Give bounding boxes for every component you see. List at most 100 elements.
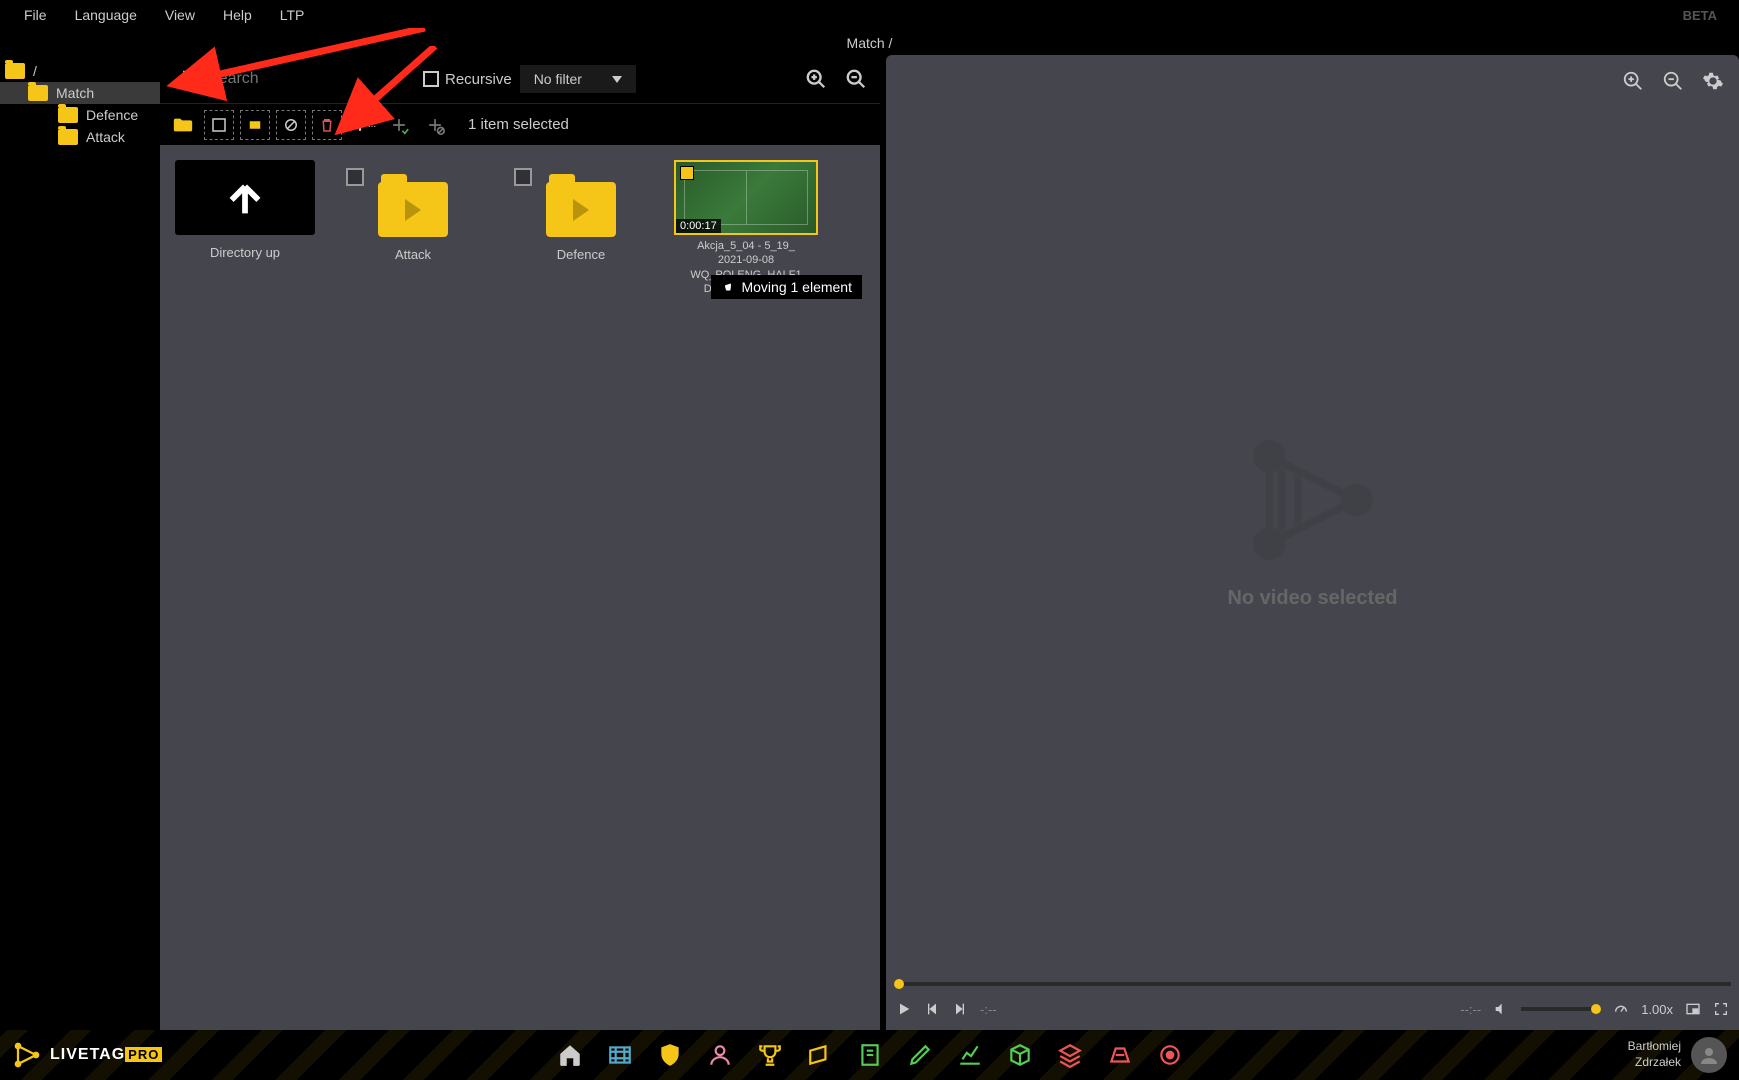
- menu-view[interactable]: View: [151, 7, 209, 23]
- nav-home[interactable]: [557, 1042, 583, 1068]
- tree-defence[interactable]: Defence: [0, 104, 160, 126]
- zoom-in-button[interactable]: [800, 63, 832, 95]
- nav-pitch[interactable]: [1107, 1042, 1133, 1068]
- clip-line: 2021-09-08: [690, 253, 801, 267]
- nav-stats[interactable]: [957, 1042, 983, 1068]
- delete-button[interactable]: [312, 110, 342, 140]
- no-video-text: No video selected: [1227, 587, 1397, 610]
- player-zoom-out[interactable]: [1657, 65, 1689, 97]
- volume-slider[interactable]: [1521, 1007, 1601, 1011]
- brand-logo[interactable]: LIVETAGPRO: [12, 1040, 162, 1070]
- folder-icon: [5, 63, 25, 79]
- filter-dropdown[interactable]: No filter: [520, 65, 636, 93]
- checkbox-icon: [423, 71, 439, 87]
- nav-tag[interactable]: [807, 1042, 833, 1068]
- menu-ltp[interactable]: LTP: [266, 7, 319, 23]
- playback-speed: 1.00x: [1641, 1002, 1673, 1017]
- browser-toolbar: Recursive No filter: [160, 55, 880, 103]
- file-browser: Recursive No filter: [160, 55, 880, 1030]
- recursive-checkbox[interactable]: Recursive: [423, 71, 512, 88]
- new-folder-button[interactable]: [168, 110, 198, 140]
- user-name: Bartłomiej Zdrzałek: [1628, 1039, 1681, 1070]
- filter-label: No filter: [534, 71, 582, 87]
- menu-language[interactable]: Language: [61, 7, 151, 23]
- folder-attack[interactable]: Attack: [338, 160, 488, 262]
- avatar[interactable]: [1691, 1037, 1727, 1073]
- cell-label: Defence: [557, 247, 605, 262]
- tree-attack[interactable]: Attack: [0, 126, 160, 148]
- drag-tooltip: Moving 1 element: [711, 275, 862, 299]
- clip-duration: 0:00:17: [676, 219, 721, 233]
- folder-tree: / Match Defence Attack: [0, 55, 160, 1030]
- user-info[interactable]: Bartłomiej Zdrzałek: [1628, 1037, 1727, 1073]
- tree-label: Match: [56, 85, 94, 101]
- tree-label: Defence: [86, 107, 138, 123]
- item-checkbox[interactable]: [514, 168, 532, 186]
- folder-defence[interactable]: Defence: [506, 160, 656, 262]
- time-current: -:--: [980, 1002, 997, 1017]
- brand-text: LIVETAGPRO: [50, 1046, 162, 1064]
- drag-tooltip-text: Moving 1 element: [741, 279, 852, 295]
- folder-icon: [378, 182, 448, 237]
- select-folders-button[interactable]: [240, 110, 270, 140]
- pip-button[interactable]: [1685, 1001, 1701, 1017]
- scrubber[interactable]: [886, 980, 1739, 988]
- video-placeholder: No video selected: [886, 55, 1739, 980]
- import-button[interactable]: [168, 63, 200, 95]
- play-logo-icon: [1238, 425, 1388, 575]
- avatar-icon: [1697, 1043, 1721, 1067]
- cell-label: Attack: [395, 247, 431, 262]
- video-player: No video selected -:-- --:-- 1.00x: [886, 55, 1739, 1030]
- selected-check-icon[interactable]: [680, 166, 694, 180]
- mute-button[interactable]: [1493, 1001, 1509, 1017]
- brand-icon: [12, 1040, 42, 1070]
- video-thumbnail: 0:00:17: [674, 160, 818, 235]
- deselect-button[interactable]: [276, 110, 306, 140]
- step-back-button[interactable]: [924, 1001, 940, 1017]
- nav-trophy[interactable]: [757, 1042, 783, 1068]
- zoom-out-button[interactable]: [840, 63, 872, 95]
- tree-label: /: [33, 63, 37, 79]
- menu-help[interactable]: Help: [209, 7, 266, 23]
- tree-label: Attack: [86, 129, 125, 145]
- menu-bar: File Language View Help LTP BETA: [0, 0, 1739, 30]
- grab-icon: [721, 280, 735, 294]
- move-check-button[interactable]: [384, 110, 414, 140]
- up-arrow-icon: [175, 160, 315, 235]
- nav-draw[interactable]: [907, 1042, 933, 1068]
- player-settings[interactable]: [1697, 65, 1729, 97]
- nav-video[interactable]: [607, 1042, 633, 1068]
- step-forward-button[interactable]: [952, 1001, 968, 1017]
- move-cancel-button[interactable]: [420, 110, 450, 140]
- folder-icon: [58, 107, 78, 123]
- speed-gauge-icon[interactable]: [1613, 1001, 1629, 1017]
- nav-notes[interactable]: [857, 1042, 883, 1068]
- tree-match[interactable]: Match: [0, 82, 160, 104]
- search-input[interactable]: [208, 63, 415, 95]
- player-zoom-in[interactable]: [1617, 65, 1649, 97]
- nav-3d[interactable]: [1007, 1042, 1033, 1068]
- nav-user[interactable]: [707, 1042, 733, 1068]
- folder-icon: [546, 182, 616, 237]
- tree-root[interactable]: /: [0, 60, 160, 82]
- time-total: --:--: [1460, 1002, 1481, 1017]
- beta-tag: BETA: [1683, 8, 1729, 23]
- folder-icon: [28, 85, 48, 101]
- directory-up[interactable]: Directory up: [170, 160, 320, 260]
- nav-layers[interactable]: [1057, 1042, 1083, 1068]
- bottom-bar: LIVETAGPRO Bartłomiej Zdrzałek: [0, 1030, 1739, 1080]
- file-grid: Directory up Attack Defence 0:00:17: [160, 145, 880, 1030]
- item-checkbox[interactable]: [346, 168, 364, 186]
- recursive-label: Recursive: [445, 71, 512, 88]
- add-more-button[interactable]: ...: [348, 110, 378, 140]
- folder-icon: [58, 129, 78, 145]
- fullscreen-button[interactable]: [1713, 1001, 1729, 1017]
- selection-toolbar: ... 1 item selected: [160, 103, 880, 145]
- menu-file[interactable]: File: [10, 7, 61, 23]
- nav-shield[interactable]: [657, 1042, 683, 1068]
- play-button[interactable]: [896, 1001, 912, 1017]
- nav-record[interactable]: [1157, 1042, 1183, 1068]
- clip-line: Akcja_5_04 - 5_19_: [690, 239, 801, 253]
- chevron-down-icon: [612, 76, 622, 83]
- select-all-button[interactable]: [204, 110, 234, 140]
